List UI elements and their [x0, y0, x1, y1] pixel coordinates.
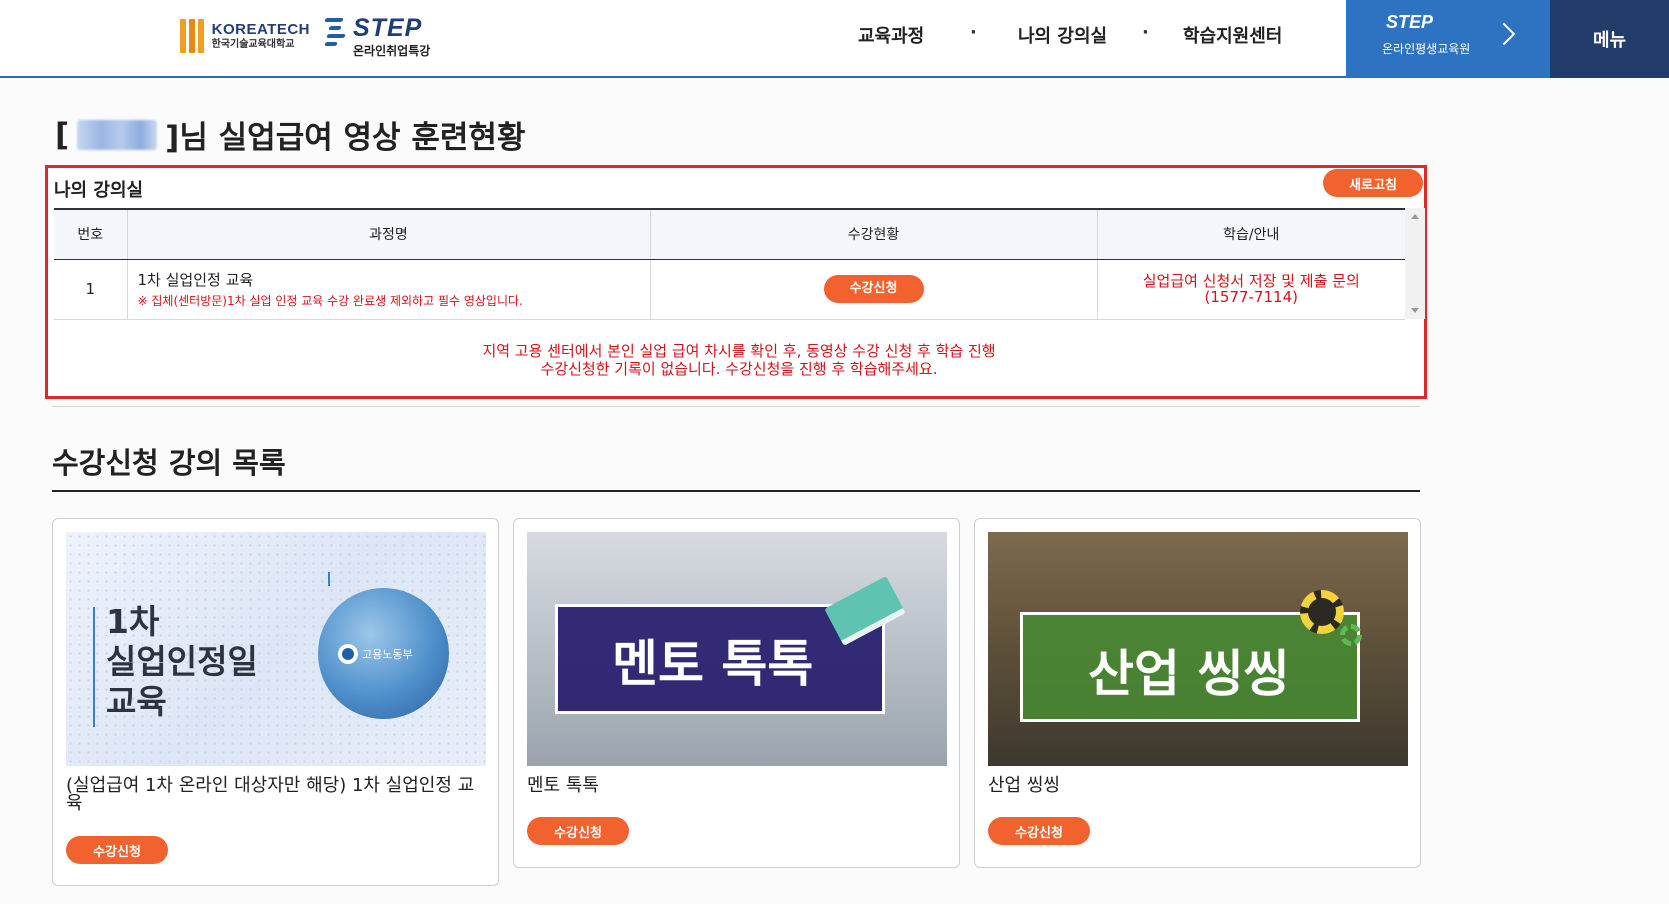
nav-curriculum[interactable]: 교육과정	[858, 22, 924, 48]
gear-icon	[1300, 590, 1344, 634]
refresh-button[interactable]: 새로고침	[1323, 169, 1423, 197]
ministry-logo-icon	[338, 644, 358, 664]
thumbnail-accent-line	[328, 572, 330, 586]
chevron-right-icon	[1492, 22, 1516, 46]
step-logo-word: STEP	[353, 14, 423, 42]
my-classroom-table: 번호 과정명 수강현황 학습/안내 1 1차 실업인정 교육 ※ 집체(센터방문…	[54, 208, 1405, 320]
table-row: 1 1차 실업인정 교육 ※ 집체(센터방문)1차 실업 인정 교육 수강 완료…	[54, 259, 1405, 320]
course-card-title[interactable]: 멘토 톡톡	[527, 777, 947, 795]
koreatech-logo[interactable]: KOREATECH 한국기술교육대학교	[180, 16, 310, 56]
row-number: 1	[54, 259, 128, 320]
koreatech-logo-ko: 한국기술교육대학교	[211, 38, 295, 50]
koreatech-logo-en: KOREATECH	[211, 21, 310, 39]
course-list-divider	[52, 490, 1420, 492]
course-card[interactable]: 산업 씽씽 산업 씽씽 수강신청	[974, 518, 1421, 868]
table-scrollbar[interactable]	[1405, 208, 1425, 319]
row-course: 1차 실업인정 교육 ※ 집체(센터방문)1차 실업 인정 교육 수강 완료생 …	[127, 259, 651, 320]
notice-line-2: 수강신청한 기록이 없습니다. 수강신청을 진행 후 학습해주세요.	[540, 360, 938, 378]
nav-separator: ·	[1142, 22, 1149, 43]
course-card-title[interactable]: 산업 씽씽	[988, 777, 1408, 795]
section-divider	[52, 406, 1420, 407]
apply-button[interactable]: 수강신청	[823, 275, 924, 303]
course-note: ※ 집체(센터방문)1차 실업 인정 교육 수강 완료생 제외하고 필수 영상입…	[137, 294, 523, 308]
row-guide[interactable]: 실업급여 신청서 저장 및 제출 문의 (1577-7114)	[1097, 259, 1405, 320]
course-card[interactable]: 멘토 톡톡 멘토 톡톡 수강신청	[513, 518, 960, 868]
course-list-title: 수강신청 강의 목록	[52, 446, 286, 480]
course-thumbnail[interactable]: 산업 씽씽	[988, 532, 1408, 766]
apply-button[interactable]: 수강신청	[988, 817, 1090, 845]
nav-separator: ·	[970, 22, 977, 43]
page-title-open: [	[55, 116, 70, 153]
site-header: KOREATECH 한국기술교육대학교 STEP 온라인취업특강 교육과정 · …	[0, 0, 1669, 78]
my-classroom-panel: 나의 강의실 새로고침 번호 과정명 수강현황 학습/안내 1 1차 실업인정 …	[45, 165, 1427, 399]
col-number: 번호	[54, 208, 128, 260]
thumbnail-text-line: 교육	[106, 682, 167, 721]
course-name: 1차 실업인정 교육	[137, 271, 254, 289]
nav-my-classroom[interactable]: 나의 강의실	[1018, 22, 1107, 48]
thumbnail-text: 1차 실업인정일 교육	[106, 602, 258, 722]
notice-line-1: 지역 고용 센터에서 본인 실업 급여 차시를 확인 후, 동영상 수강 신청 …	[482, 342, 996, 360]
step-lifelong-button[interactable]: STEP 온라인평생교육원	[1346, 0, 1550, 78]
menu-button[interactable]: 메뉴	[1550, 0, 1669, 78]
blurred-user-name	[77, 119, 158, 150]
course-thumbnail[interactable]: 멘토 톡톡	[527, 532, 947, 766]
course-thumbnail[interactable]: 1차 실업인정일 교육 고용노동부	[66, 532, 486, 766]
col-course-name: 과정명	[127, 208, 651, 260]
gear-icon	[1340, 624, 1362, 646]
ministry-emblem: 고용노동부	[318, 588, 449, 719]
col-guide: 학습/안내	[1097, 208, 1405, 260]
thumbnail-text: 멘토 톡톡	[612, 635, 814, 693]
step-button-sub: 온라인평생교육원	[1382, 42, 1471, 56]
col-status: 수강현황	[650, 208, 1098, 260]
guide-line-1: 실업급여 신청서 저장 및 제출 문의	[1142, 271, 1360, 290]
course-card[interactable]: 1차 실업인정일 교육 고용노동부 (실업급여 1차 온라인 대상자만 해당) …	[52, 518, 499, 886]
nav-support-center[interactable]: 학습지원센터	[1183, 22, 1282, 48]
my-classroom-title: 나의 강의실	[54, 180, 144, 201]
row-status: 수강신청	[650, 259, 1098, 320]
classroom-notice: 지역 고용 센터에서 본인 실업 급여 차시를 확인 후, 동영상 수강 신청 …	[48, 342, 1430, 378]
koreatech-mark-icon	[180, 17, 206, 55]
thumbnail-accent-line	[93, 607, 95, 727]
guide-line-2: (1577-7114)	[1204, 288, 1298, 306]
page-title-text: ]님 실업급여 영상 훈련현황	[165, 120, 526, 156]
scroll-up-icon[interactable]	[1411, 214, 1419, 219]
step-logo[interactable]: STEP 온라인취업특강	[324, 14, 435, 58]
scroll-down-icon[interactable]	[1411, 308, 1419, 313]
table-header-row: 번호 과정명 수강현황 학습/안내	[54, 208, 1405, 260]
ministry-label: 고용노동부	[362, 648, 413, 661]
thumbnail-text: 산업 씽씽	[1088, 645, 1290, 703]
thumbnail-text-line: 실업인정일	[106, 642, 258, 681]
apply-button[interactable]: 수강신청	[66, 836, 168, 864]
step-logo-sub: 온라인취업특강	[353, 44, 431, 58]
step-s-icon	[324, 16, 347, 46]
apply-button[interactable]: 수강신청	[527, 817, 629, 845]
thumbnail-text-line: 1차	[106, 602, 160, 641]
step-button-word: STEP	[1386, 12, 1434, 32]
course-card-title[interactable]: (실업급여 1차 온라인 대상자만 해당) 1차 실업인정 교육	[66, 777, 486, 813]
page-title: [ ]님 실업급여 영상 훈련현황	[55, 112, 525, 157]
